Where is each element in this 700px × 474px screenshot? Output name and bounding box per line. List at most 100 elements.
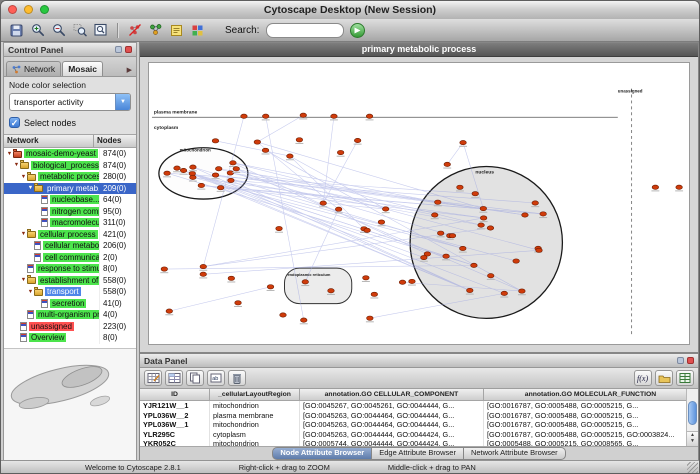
network-node[interactable] (443, 254, 450, 258)
network-node[interactable] (382, 207, 389, 211)
tree-item[interactable]: Overview8(0) (4, 332, 136, 344)
tree-item[interactable]: ▼primary metab...209(0) (4, 183, 136, 195)
network-canvas[interactable]: plasma membranecytoplasmmitochondrionnuc… (149, 63, 689, 344)
annotation-palette-icon[interactable] (167, 21, 186, 40)
network-node[interactable] (540, 212, 547, 216)
tree-column-network[interactable]: Network (4, 135, 94, 147)
network-node[interactable] (364, 228, 371, 232)
select-nodes-checkbox[interactable]: ✓ (9, 117, 20, 128)
network-node[interactable] (166, 309, 173, 313)
network-node[interactable] (215, 167, 222, 171)
network-node[interactable] (449, 234, 456, 238)
network-node[interactable] (262, 148, 269, 152)
resize-grip[interactable] (687, 462, 698, 473)
network-node[interactable] (189, 171, 196, 175)
network-node[interactable] (296, 138, 303, 142)
zoom-in-icon[interactable] (28, 21, 47, 40)
network-node[interactable] (431, 213, 438, 217)
network-node[interactable] (519, 289, 526, 293)
network-node[interactable] (478, 223, 485, 227)
tree-item[interactable]: multi-organism pro...4(0) (4, 309, 136, 321)
network-node[interactable] (652, 185, 659, 189)
network-node[interactable] (467, 288, 474, 292)
network-node[interactable] (471, 263, 478, 267)
network-node[interactable] (235, 301, 242, 305)
tree-item[interactable]: ▼cellular process421(0) (4, 229, 136, 241)
save-session-icon[interactable] (7, 21, 26, 40)
network-node[interactable] (457, 185, 464, 189)
network-node[interactable] (233, 167, 240, 171)
attribute-matrix-icon[interactable] (676, 370, 694, 386)
network-node[interactable] (378, 220, 385, 224)
tree-item[interactable]: ▼transport558(0) (4, 286, 136, 298)
table-row[interactable]: YPL036W__1mitochondrion[GO:0045263, GO:0… (140, 420, 698, 430)
network-node[interactable] (335, 207, 342, 211)
network-node[interactable] (444, 162, 451, 166)
network-node[interactable] (331, 114, 338, 118)
zoom-fit-icon[interactable] (91, 21, 110, 40)
network-node[interactable] (267, 285, 274, 289)
search-input[interactable] (266, 23, 344, 38)
column-header[interactable]: annotation.GO CELLULAR_COMPONENT (300, 389, 484, 400)
network-node[interactable] (367, 316, 374, 320)
network-node[interactable] (472, 192, 479, 196)
network-view-title[interactable]: primary metabolic process (140, 43, 698, 57)
tab-node-attribute-browser[interactable]: Node Attribute Browser (272, 447, 372, 460)
node-color-dropdown[interactable]: transporter activity ▼ (9, 93, 131, 111)
network-node[interactable] (161, 267, 168, 271)
tree-item[interactable]: nucleobase...64(0) (4, 194, 136, 206)
network-node[interactable] (328, 289, 335, 293)
network-node[interactable] (262, 114, 269, 118)
network-node[interactable] (180, 168, 187, 172)
network-node[interactable] (522, 213, 529, 217)
network-node[interactable] (276, 226, 283, 230)
edit-attributes-icon[interactable] (144, 370, 162, 386)
network-node[interactable] (300, 318, 307, 322)
vizmapper-icon[interactable] (188, 21, 207, 40)
network-node[interactable] (536, 248, 543, 252)
expand-arrow-icon[interactable]: ▼ (20, 174, 27, 180)
network-node[interactable] (198, 183, 205, 187)
network-node[interactable] (487, 274, 494, 278)
network-node[interactable] (228, 178, 235, 182)
tree-item[interactable]: nitrogen compo...95(0) (4, 206, 136, 218)
network-node[interactable] (501, 291, 508, 295)
network-node[interactable] (280, 313, 287, 317)
tree-item[interactable]: ▼biological_process874(0) (4, 160, 136, 172)
column-header[interactable]: annotation.GO MOLECULAR_FUNCTION (484, 389, 698, 400)
network-node[interactable] (241, 114, 248, 118)
table-row[interactable]: YKR052Cmitochondrion[GO:0005744, GO:0044… (140, 439, 698, 447)
network-overview-thumbnail[interactable] (4, 349, 136, 460)
expand-arrow-icon[interactable]: ▼ (13, 162, 20, 168)
close-panel-icon[interactable] (125, 46, 132, 53)
tree-item[interactable]: cellular metabo...206(0) (4, 240, 136, 252)
network-node[interactable] (230, 161, 237, 165)
network-node[interactable] (409, 279, 416, 283)
network-node[interactable] (190, 165, 197, 169)
network-node[interactable] (421, 255, 428, 259)
tree-column-nodes[interactable]: Nodes (94, 135, 136, 147)
zoom-button[interactable] (40, 5, 49, 14)
network-node[interactable] (228, 276, 235, 280)
close-button[interactable] (8, 5, 17, 14)
tree-item[interactable]: macromolecule...311(0) (4, 217, 136, 229)
tab-edge-attribute-browser[interactable]: Edge Attribute Browser (372, 447, 464, 460)
expand-arrow-icon[interactable]: ▼ (20, 277, 27, 283)
zoom-out-icon[interactable] (49, 21, 68, 40)
network-node[interactable] (366, 114, 373, 118)
float-panel-icon[interactable] (115, 46, 122, 53)
import-attributes-icon[interactable] (655, 370, 673, 386)
delete-attribute-icon[interactable] (228, 370, 246, 386)
tab-network[interactable]: Network (6, 61, 61, 76)
network-node[interactable] (212, 139, 219, 143)
column-header[interactable]: ID (140, 389, 210, 400)
network-node[interactable] (354, 138, 361, 142)
network-node[interactable] (487, 226, 494, 230)
network-node[interactable] (513, 259, 520, 263)
network-node[interactable] (337, 150, 344, 154)
table-row[interactable]: YLR295Ccytoplasm[GO:0045263, GO:0044444,… (140, 430, 698, 440)
minimize-button[interactable] (24, 5, 33, 14)
network-node[interactable] (399, 280, 406, 284)
table-row[interactable]: YJR121W__1mitochondrion[GO:0045267, GO:0… (140, 401, 698, 411)
network-node[interactable] (254, 140, 261, 144)
